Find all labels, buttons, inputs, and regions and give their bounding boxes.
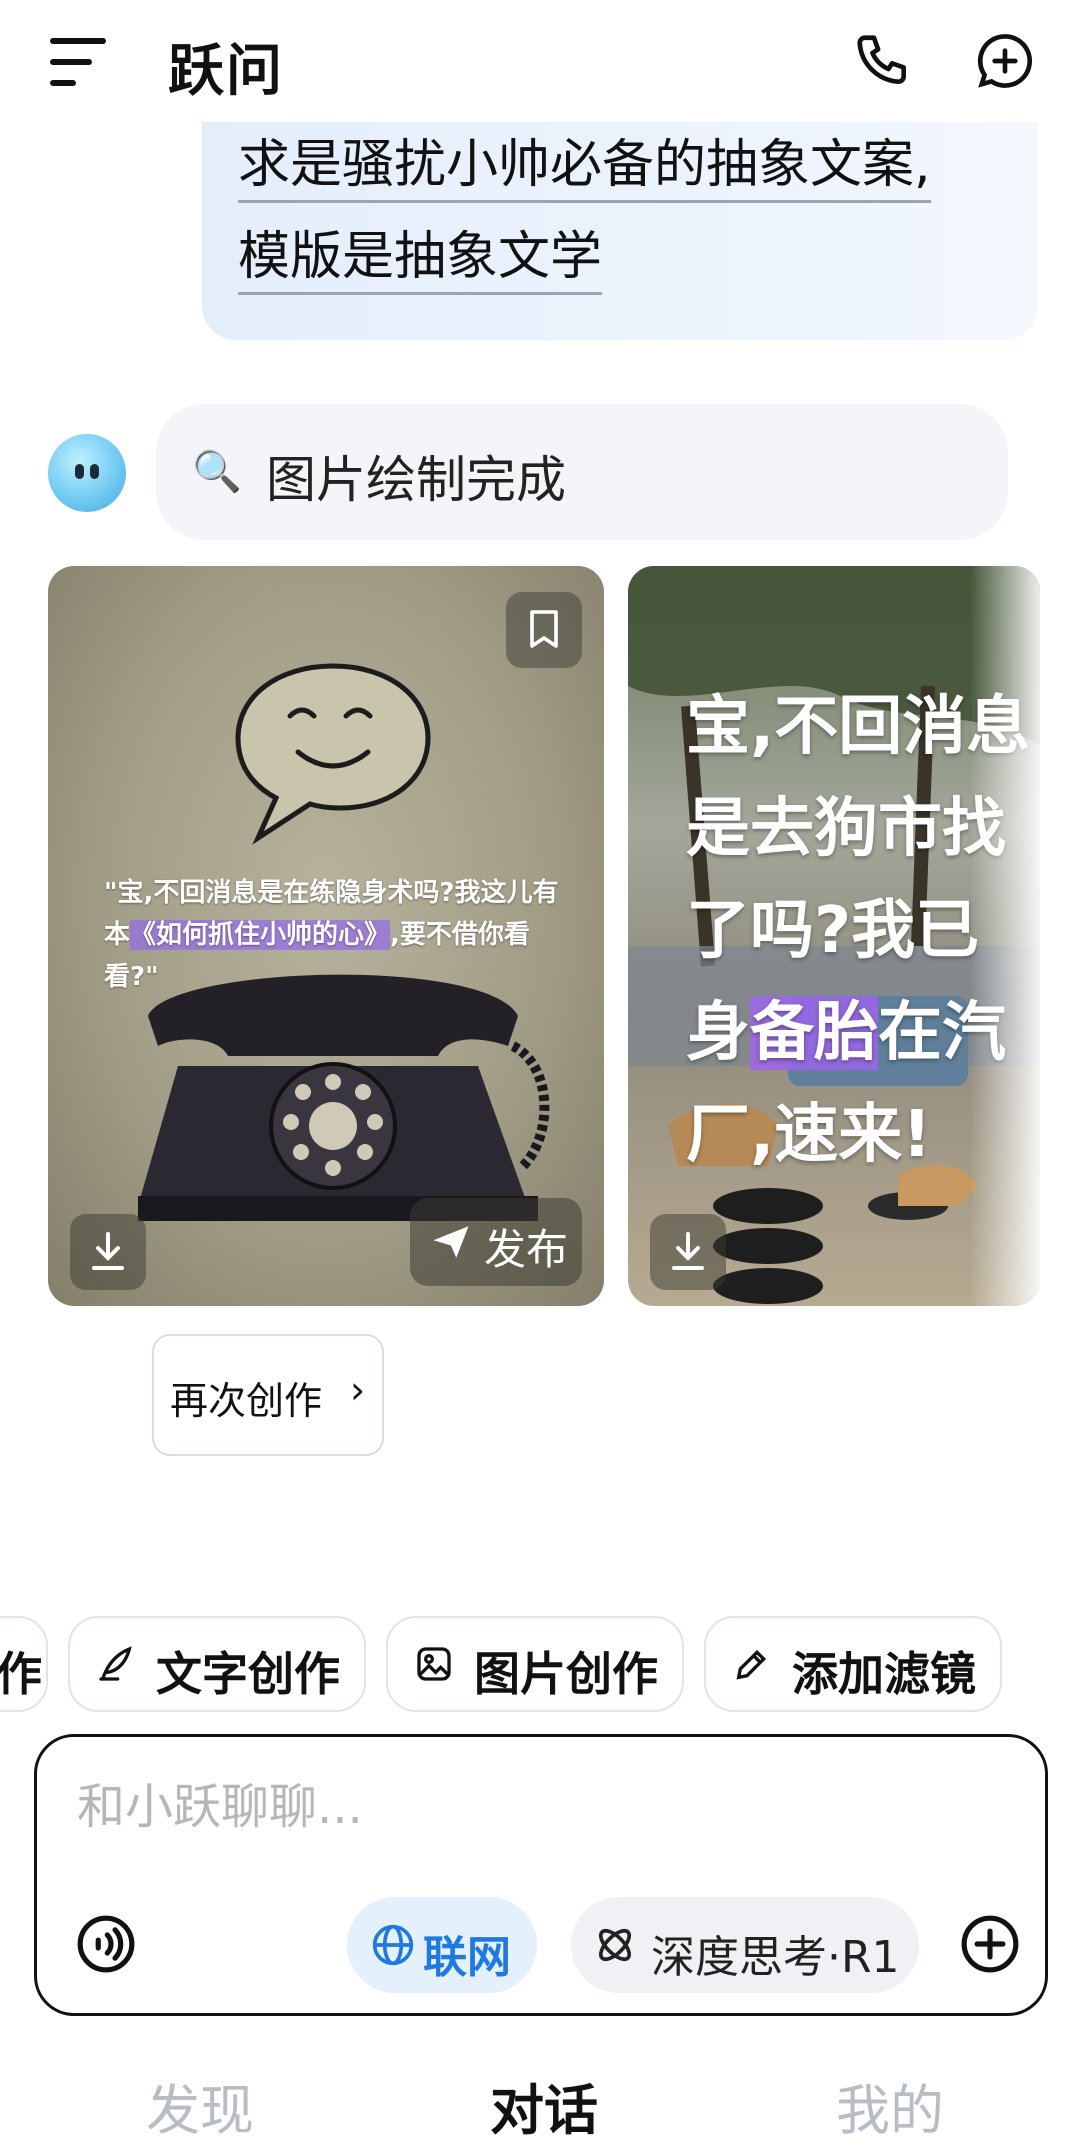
poster-line: 宝,不回消息 — [686, 690, 1031, 764]
voice-input-button[interactable] — [75, 1913, 137, 1975]
nav-chat[interactable]: 对话 — [490, 2066, 598, 2145]
plus-circle-icon — [961, 1915, 1019, 1973]
menu-icon[interactable] — [50, 38, 106, 86]
voice-icon — [77, 1915, 135, 1973]
status-pill[interactable]: 🔍 图片绘制完成 — [156, 404, 1008, 540]
deep-think-label: 深度思考·R1 — [651, 1932, 900, 1983]
poster-text: 在汽 — [878, 996, 1006, 1070]
poster-text: 身 — [686, 996, 750, 1070]
assistant-avatar — [48, 434, 126, 512]
pen-icon — [99, 1646, 132, 1681]
chat-input[interactable] — [75, 1771, 979, 1843]
image-poster-text: 宝,不回消息 是去狗市找 了吗?我已 身备胎在汽 厂,速来! — [686, 676, 1030, 1186]
quick-action-label: 作 — [0, 1647, 42, 1701]
atom-icon — [598, 1928, 632, 1962]
recreate-label: 再次创作 — [170, 1379, 323, 1423]
text-creation-chip[interactable]: 文字创作 — [68, 1616, 366, 1712]
publish-button[interactable]: 发布 — [410, 1198, 582, 1286]
quick-action-label: 文字创作 — [156, 1647, 340, 1701]
download-button[interactable] — [650, 1214, 726, 1290]
quick-action-label: 图片创作 — [474, 1647, 658, 1701]
web-search-label: 联网 — [423, 1932, 511, 1983]
edit-pencil-icon — [736, 1649, 767, 1680]
poster-highlight: 备胎 — [750, 996, 878, 1070]
top-bar: 跃问 — [0, 0, 1080, 122]
user-message-line: 模版是抽象文学 — [238, 222, 603, 295]
poster-line: 是去狗市找 — [686, 792, 1006, 866]
user-message-bubble: 求是骚扰小帅必备的抽象文案, 模版是抽象文学 — [202, 122, 1038, 340]
new-chat-icon[interactable] — [974, 30, 1036, 92]
poster-line: 厂,速来! — [686, 1098, 932, 1172]
send-icon — [433, 1226, 469, 1258]
download-icon — [92, 1232, 124, 1270]
download-icon — [672, 1232, 704, 1270]
speech-bubble-illustration — [235, 663, 431, 845]
globe-icon — [372, 1924, 414, 1966]
recreate-button[interactable]: 再次创作 › — [152, 1334, 384, 1456]
chevron-right-icon: › — [350, 1368, 366, 1412]
image-creation-chip[interactable]: 图片创作 — [386, 1616, 684, 1712]
search-icon: 🔍 — [192, 449, 242, 495]
generated-image-card[interactable]: "宝,不回消息是在练隐身术吗?我这儿有本《如何抓住小帅的心》,要不借你看看?" … — [48, 566, 604, 1306]
image-icon — [417, 1647, 451, 1681]
quick-action-label: 添加滤镜 — [792, 1647, 976, 1701]
nav-mine[interactable]: 我的 — [836, 2066, 944, 2145]
quick-action-chip-partial[interactable]: 作 — [0, 1616, 48, 1712]
poster-line: 了吗?我已 — [686, 894, 980, 968]
deep-think-toggle[interactable]: 深度思考·R1 — [571, 1897, 919, 1993]
phone-call-icon[interactable] — [852, 30, 914, 92]
bookmark-icon — [530, 610, 558, 648]
image-caption: "宝,不回消息是在练隐身术吗?我这儿有本《如何抓住小帅的心》,要不借你看看?" — [104, 872, 574, 998]
status-text: 图片绘制完成 — [266, 451, 566, 509]
poster-line: 身备胎在汽 — [686, 982, 1030, 1084]
download-button[interactable] — [70, 1214, 146, 1290]
user-message-line: 求是骚扰小帅必备的抽象文案, — [238, 130, 931, 203]
publish-label: 发布 — [484, 1225, 569, 1274]
add-filter-chip[interactable]: 添加滤镜 — [704, 1616, 1002, 1712]
bookmark-button[interactable] — [506, 592, 582, 668]
web-search-toggle[interactable]: 联网 — [347, 1897, 537, 1993]
add-attachment-button[interactable] — [959, 1913, 1021, 1975]
chat-input-box: 联网 深度思考·R1 — [34, 1734, 1048, 2016]
caption-highlight: 《如何抓住小帅的心》 — [130, 920, 391, 950]
nav-discover[interactable]: 发现 — [146, 2066, 254, 2145]
app-title: 跃问 — [168, 39, 284, 104]
generated-image-card[interactable]: 宝,不回消息 是去狗市找 了吗?我已 身备胎在汽 厂,速来! — [628, 566, 1040, 1306]
